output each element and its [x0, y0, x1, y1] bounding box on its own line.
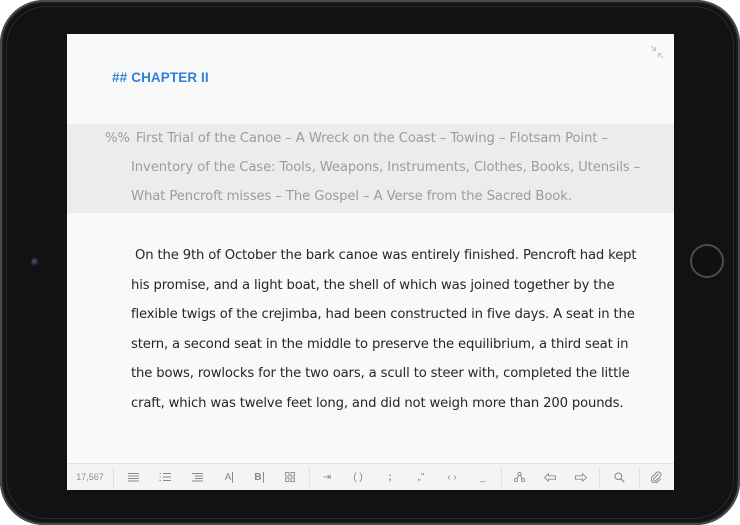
- paragraph-line[interactable]: his promise, and a light boat, the shell…: [131, 278, 615, 293]
- quotes-icon[interactable]: „": [409, 464, 433, 490]
- heading-markup: ##: [112, 70, 128, 85]
- editor-screen: ## CHAPTER II %% First Trial of the Canoe …: [67, 34, 674, 490]
- home-button[interactable]: [690, 244, 724, 278]
- share-nodes-icon[interactable]: [507, 464, 531, 490]
- summary-line-2: Inventory of the Case: Tools, Weapons, I…: [131, 160, 641, 175]
- collapse-icon[interactable]: [650, 44, 664, 59]
- paragraph-line[interactable]: flexible twigs of the crejimba, had been…: [131, 307, 635, 322]
- underscore-icon[interactable]: _: [471, 464, 495, 490]
- front-camera: [31, 258, 39, 266]
- toolbar-divider: [501, 467, 502, 487]
- toolbar-divider: [639, 467, 640, 487]
- word-count[interactable]: 17,567: [67, 464, 113, 490]
- ordered-list-icon[interactable]: [153, 464, 177, 490]
- tab-icon[interactable]: ⇥: [315, 464, 339, 490]
- tablet-device: ## CHAPTER II %% First Trial of the Canoe …: [0, 0, 740, 525]
- toolbar-divider: [599, 467, 600, 487]
- arrow-right-icon[interactable]: [569, 464, 593, 490]
- summary-line-1: %% First Trial of the Canoe – A Wreck on …: [105, 131, 608, 146]
- paragraph-line[interactable]: stern, a second seat in the middle to pr…: [131, 337, 629, 352]
- format-a-icon[interactable]: A: [217, 464, 241, 490]
- quote-lines-icon[interactable]: [185, 464, 209, 490]
- parentheses-icon[interactable]: ( ): [346, 464, 370, 490]
- heading-text: CHAPTER II: [131, 70, 209, 85]
- format-b-icon[interactable]: B: [247, 464, 271, 490]
- chapter-heading[interactable]: ## CHAPTER II: [112, 70, 209, 85]
- toolbar-divider: [113, 467, 114, 487]
- comment-block[interactable]: %% First Trial of the Canoe – A Wreck on …: [67, 124, 674, 213]
- search-icon[interactable]: [607, 464, 631, 490]
- arrow-left-icon[interactable]: [538, 464, 562, 490]
- angle-brackets-icon[interactable]: ‹ ›: [440, 464, 464, 490]
- comment-markup: %%: [105, 131, 130, 146]
- header-lines-icon[interactable]: [121, 464, 145, 490]
- semicolon-icon[interactable]: ;: [378, 464, 402, 490]
- summary-line-3: What Pencroft misses – The Gospel – A Ve…: [131, 189, 572, 204]
- paragraph-line[interactable]: the bows, rowlocks for the two oars, a s…: [131, 366, 630, 381]
- grid-icon[interactable]: [278, 464, 302, 490]
- paragraph-line[interactable]: On the 9th of October the bark canoe was…: [131, 248, 637, 263]
- paragraph-line[interactable]: craft, which was twelve feet long, and d…: [131, 396, 624, 411]
- toolbar-divider: [309, 467, 310, 487]
- paperclip-icon[interactable]: [644, 464, 668, 490]
- keyboard-toolbar: 17,567 A B ⇥ () ; „" ‹ › _: [67, 463, 674, 490]
